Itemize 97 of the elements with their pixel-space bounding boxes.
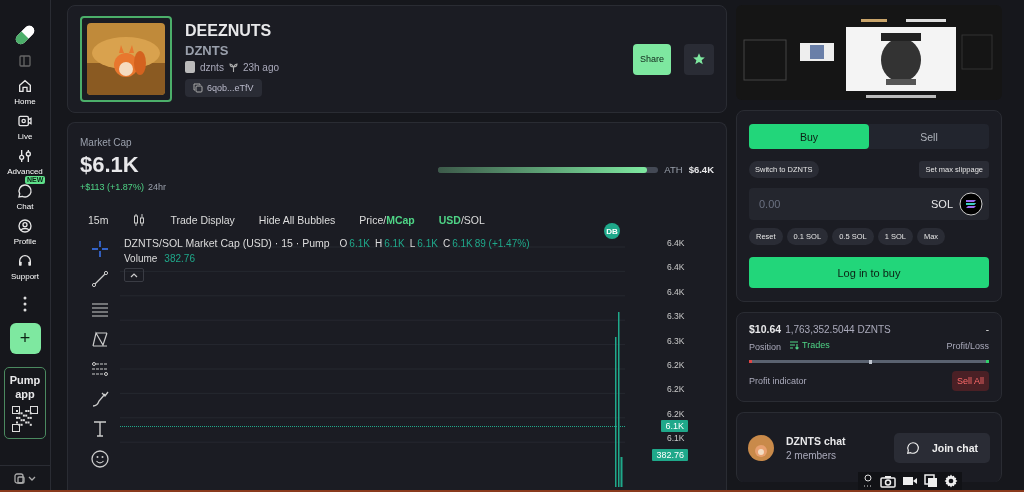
position-value: $10.64 [749, 323, 782, 335]
profit-indicator-label: Profit indicator [749, 376, 807, 386]
more-icon[interactable] [23, 296, 27, 312]
axis-label: 6.4K [667, 237, 685, 249]
pattern-icon[interactable] [90, 329, 110, 349]
emoji-icon[interactable] [90, 449, 110, 469]
copy-address-button[interactable]: 6qob...eTfV [185, 79, 262, 97]
position-label: Position [749, 341, 782, 352]
sprout-icon [228, 62, 238, 72]
network-select-icon[interactable] [14, 472, 36, 484]
copy-icon[interactable] [924, 474, 938, 488]
ohlc-label: O [339, 238, 348, 249]
axis-label: 6.4K [667, 261, 685, 274]
chevron-up-icon [130, 272, 138, 278]
copy-icon [193, 83, 203, 93]
volume-label: Volume [124, 253, 158, 264]
axis-label: 6.2K [667, 358, 685, 371]
volume-tag: 382.76 [652, 449, 688, 461]
settings-icon[interactable] [944, 474, 958, 488]
axis-label: 6.2K [667, 407, 685, 420]
headset-icon [17, 253, 33, 269]
sidebar-toggle-icon[interactable] [19, 55, 31, 67]
fibonacci-icon[interactable] [90, 359, 110, 379]
trades-link[interactable]: Trades [789, 340, 830, 350]
interval-button[interactable]: 15m [80, 210, 117, 230]
volume-value: 382.76 [164, 253, 195, 264]
trend-line-icon[interactable] [90, 269, 110, 289]
profit-indicator-marker [869, 359, 872, 364]
join-chat-button[interactable]: Join chat [893, 432, 990, 463]
change-period: 24hr [147, 182, 166, 192]
trade-tab[interactable]: Buy [749, 124, 869, 149]
sort-icon [789, 340, 800, 350]
ath-label: ATH [664, 164, 683, 175]
member-count: 2 members [786, 449, 837, 461]
nav-item[interactable]: Support [2, 251, 48, 283]
price-change: +$113 (+1.87%) [80, 182, 144, 192]
unit-toggle[interactable]: USD/SOL [430, 210, 493, 230]
chart-option-button[interactable]: Hide All Bubbles [250, 210, 344, 230]
crosshair-icon[interactable] [90, 239, 110, 259]
ohlc-value: 6.1K [417, 238, 438, 249]
app-promo-card[interactable]: Pump app [4, 367, 46, 439]
token-ticker: DZNTS [185, 43, 230, 58]
market-cap-label: Market Cap [80, 137, 133, 148]
chat-bubble-icon [17, 183, 33, 199]
profit-loss-label: Profit/Loss [946, 340, 989, 351]
collapse-legend-button[interactable] [124, 268, 144, 282]
creator-link[interactable]: dznts [200, 61, 224, 73]
sliders-icon [17, 148, 33, 164]
nav-item[interactable]: Home [2, 76, 48, 108]
profit-loss-value: - [985, 323, 989, 335]
ohlc-value: 6.1K [452, 238, 473, 249]
qr-code-icon [12, 405, 38, 432]
promo-title: Pump app [8, 373, 42, 402]
login-button[interactable]: Log in to buy [749, 257, 989, 288]
market-cap-value: $6.1K [80, 152, 140, 178]
ath-value: $6.4K [688, 164, 714, 175]
amount-field[interactable]: 0.00 SOL [749, 188, 989, 220]
video-icon[interactable] [902, 475, 918, 487]
ohlc-label: C [442, 238, 451, 249]
chat-name: DZNTS chat [786, 434, 847, 447]
nav-item[interactable]: Advanced [2, 146, 48, 178]
chat-bubble-icon [905, 440, 920, 455]
ohlc-change: 89 (+1.47%) [474, 238, 530, 249]
create-button[interactable]: + [9, 323, 41, 354]
created-time: 23h ago [242, 61, 280, 73]
camera-icon[interactable] [880, 474, 896, 488]
camera-icon [17, 113, 33, 129]
candlestick-icon[interactable] [132, 213, 147, 227]
amount-input[interactable]: 0.00 [757, 197, 925, 211]
axis-label: 6.2K [667, 383, 685, 396]
ohlc-label: L [409, 238, 416, 249]
unit-toggle[interactable]: Price/MCap [351, 210, 423, 230]
axis-label: 6.4K [667, 285, 685, 298]
token-name: DEEZNUTS [185, 22, 273, 40]
user-icon [17, 218, 33, 234]
axis-label: 6.3K [667, 310, 685, 323]
creator-avatar [185, 61, 195, 73]
ohlc-value: 6.1K [349, 238, 370, 249]
chart-option-button[interactable]: Trade Display [162, 210, 243, 230]
axis-label: 6.3K [667, 334, 685, 347]
axis-label: 6.1K [667, 432, 685, 445]
chart-title: DZNTS/SOL Market Cap (USD) · 15 · Pump [124, 237, 330, 249]
trade-tab[interactable]: Sell [869, 124, 989, 149]
currency-label: SOL [931, 198, 953, 210]
home-icon [17, 78, 33, 94]
price-tag: 6.1K [661, 420, 688, 432]
star-icon [692, 52, 706, 66]
favorite-button[interactable] [684, 43, 714, 75]
ohlc-value: 6.1K [384, 238, 405, 249]
nav-item[interactable]: Profile [2, 216, 48, 248]
share-button[interactable]: Share [633, 43, 671, 75]
ohlc-label: H [374, 238, 383, 249]
solana-coin-icon [959, 192, 983, 216]
nav-item[interactable]: Live [2, 111, 48, 143]
brush-icon[interactable] [90, 389, 110, 409]
position-amount: 1,763,352.5044 DZNTS [785, 324, 891, 335]
sell-all-button[interactable]: Sell All [952, 371, 989, 391]
